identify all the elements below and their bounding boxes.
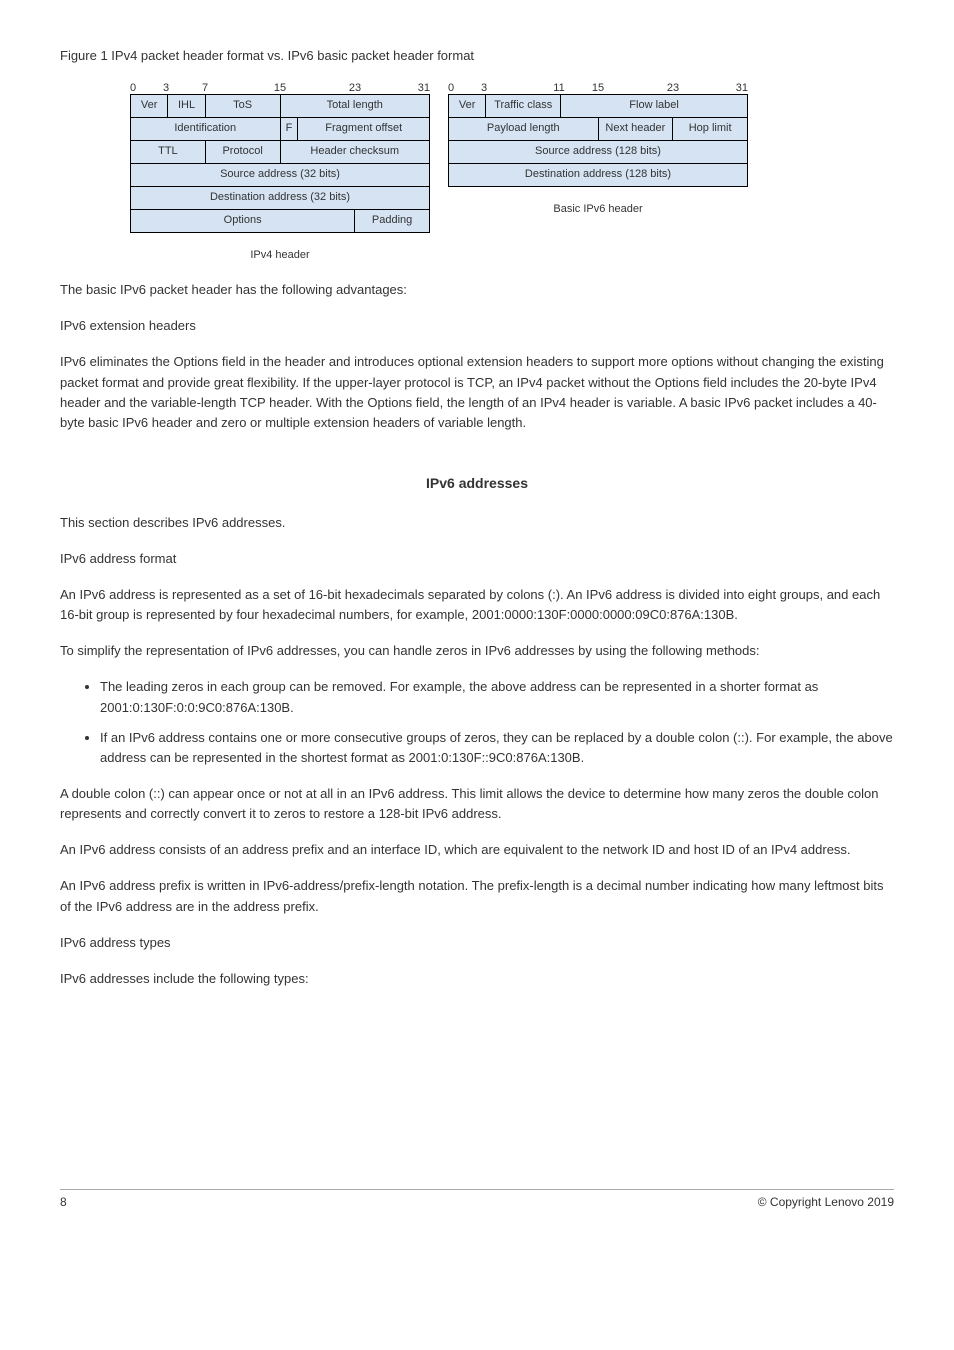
- section-heading-addresses: IPv6 addresses: [60, 473, 894, 495]
- para-format-2: To simplify the representation of IPv6 a…: [60, 641, 894, 661]
- para-format-1: An IPv6 address is represented as a set …: [60, 585, 894, 625]
- format-heading: IPv6 address format: [60, 549, 894, 569]
- ipv4-header-table: Ver IHL ToS Total length Identification …: [130, 94, 430, 233]
- tick: 0: [130, 80, 136, 97]
- tick: 0: [448, 80, 454, 97]
- ipv6-hop-limit: Hop limit: [673, 118, 748, 141]
- ipv6-caption: Basic IPv6 header: [448, 201, 748, 218]
- para-prefix-2: An IPv6 address prefix is written in IPv…: [60, 876, 894, 916]
- ipv4-ruler: 0 3 7 15 23 31: [130, 80, 430, 94]
- ipv4-fragment-offset: Fragment offset: [298, 118, 430, 141]
- ipv4-flags: F: [280, 118, 298, 141]
- tick: 23: [667, 80, 679, 97]
- list-item: If an IPv6 address contains one or more …: [100, 728, 894, 768]
- ipv6-ver: Ver: [449, 95, 486, 118]
- ipv6-flow-label: Flow label: [561, 95, 748, 118]
- ipv4-caption: IPv4 header: [130, 247, 430, 264]
- ipv4-options: Options: [131, 210, 355, 233]
- ipv4-header-checksum: Header checksum: [280, 141, 430, 164]
- ipv4-diagram: 0 3 7 15 23 31 Ver IHL ToS Total length …: [130, 80, 430, 264]
- footer-copyright: © Copyright Lenovo 2019: [758, 1193, 894, 1212]
- tick: 7: [202, 80, 208, 97]
- para-prefix-1: An IPv6 address consists of an address p…: [60, 840, 894, 860]
- ipv4-protocol: Protocol: [205, 141, 280, 164]
- para-advantages: The basic IPv6 packet header has the fol…: [60, 280, 894, 300]
- tick: 31: [736, 80, 748, 97]
- ipv4-ttl: TTL: [131, 141, 206, 164]
- zero-rules-list: The leading zeros in each group can be r…: [60, 677, 894, 768]
- ipv4-src: Source address (32 bits): [131, 164, 430, 187]
- tick: 3: [163, 80, 169, 97]
- tick: 15: [274, 80, 286, 97]
- tick: 23: [349, 80, 361, 97]
- ipv6-dst: Destination address (128 bits): [449, 164, 748, 187]
- para-section-intro: This section describes IPv6 addresses.: [60, 513, 894, 533]
- ipv4-ihl: IHL: [168, 95, 205, 118]
- ipv4-total-length: Total length: [280, 95, 430, 118]
- tick: 11: [553, 80, 564, 97]
- page-footer: 8 © Copyright Lenovo 2019: [60, 1189, 894, 1212]
- ipv6-header-table: Ver Traffic class Flow label Payload len…: [448, 94, 748, 187]
- ipv4-tos: ToS: [205, 95, 280, 118]
- ipv4-ver: Ver: [131, 95, 168, 118]
- ipv4-padding: Padding: [355, 210, 430, 233]
- footer-page-number: 8: [60, 1193, 67, 1212]
- tick: 15: [592, 80, 604, 97]
- figure-caption: Figure 1 IPv4 packet header format vs. I…: [60, 46, 894, 66]
- ipv6-next-header: Next header: [598, 118, 673, 141]
- tick: 3: [481, 80, 487, 97]
- para-ext-heading: IPv6 extension headers: [60, 316, 894, 336]
- para-ext-body: IPv6 eliminates the Options field in the…: [60, 352, 894, 433]
- types-heading: IPv6 address types: [60, 933, 894, 953]
- note-double-colon: A double colon (::) can appear once or n…: [60, 784, 894, 824]
- ipv6-diagram: 0 3 11 15 23 31 Ver Traffic class Flow l…: [448, 80, 748, 264]
- ipv4-dst: Destination address (32 bits): [131, 187, 430, 210]
- ipv6-traffic-class: Traffic class: [486, 95, 561, 118]
- tick: 31: [418, 80, 430, 97]
- header-diagrams: 0 3 7 15 23 31 Ver IHL ToS Total length …: [130, 80, 894, 264]
- ipv6-ruler: 0 3 11 15 23 31: [448, 80, 748, 94]
- ipv6-payload-length: Payload length: [449, 118, 599, 141]
- ipv6-src: Source address (128 bits): [449, 141, 748, 164]
- para-types: IPv6 addresses include the following typ…: [60, 969, 894, 989]
- ipv4-identification: Identification: [131, 118, 281, 141]
- list-item: The leading zeros in each group can be r…: [100, 677, 894, 717]
